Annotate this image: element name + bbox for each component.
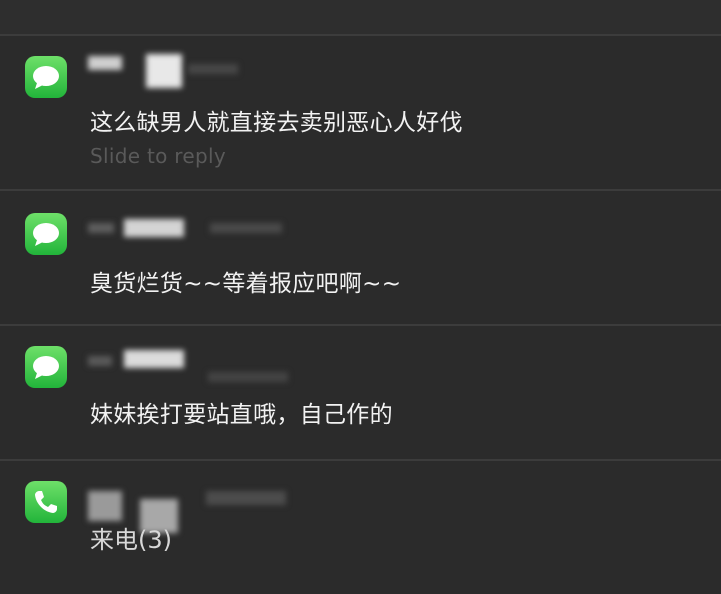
sender-name-redacted xyxy=(88,213,298,249)
missed-call-text: 来电(3) xyxy=(90,526,172,554)
lock-screen: 这么缺男人就直接去卖别恶心人好伐 Slide to reply 臭货烂货~~等着… xyxy=(0,0,721,594)
notification-message-3[interactable]: 妹妹挨打要站直哦，自己作的 xyxy=(0,326,721,458)
message-text: 臭货烂货~~等着报应吧啊~~ xyxy=(90,271,402,297)
messages-icon xyxy=(25,346,67,388)
phone-icon xyxy=(25,481,67,523)
top-strip xyxy=(0,0,721,34)
sender-name-redacted xyxy=(88,346,298,382)
notification-message-1[interactable]: 这么缺男人就直接去卖别恶心人好伐 Slide to reply xyxy=(0,36,721,188)
notification-call[interactable]: 来电(3) xyxy=(0,461,721,594)
message-text: 妹妹挨打要站直哦，自己作的 xyxy=(90,402,393,428)
message-text: 这么缺男人就直接去卖别恶心人好伐 xyxy=(90,110,463,136)
slide-to-reply-hint[interactable]: Slide to reply xyxy=(90,144,226,168)
sender-name-redacted xyxy=(88,50,298,88)
messages-icon xyxy=(25,213,67,255)
messages-icon xyxy=(25,56,67,98)
notification-message-2[interactable]: 臭货烂货~~等着报应吧啊~~ xyxy=(0,191,721,323)
sender-name-redacted xyxy=(88,485,298,533)
